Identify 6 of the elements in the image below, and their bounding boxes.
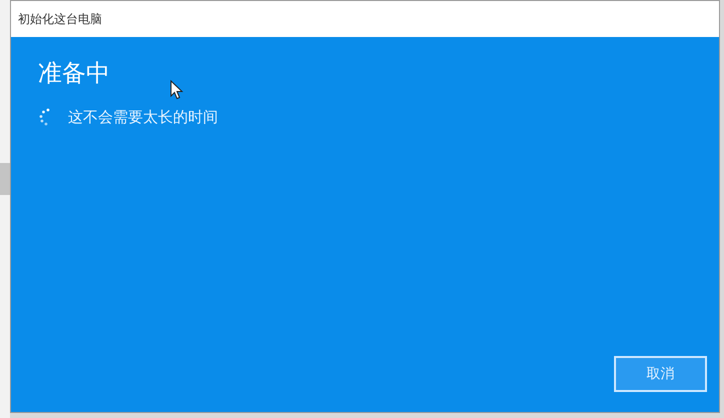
heading: 准备中	[38, 59, 111, 88]
mouse-cursor-icon	[170, 80, 184, 100]
window-title: 初始化这台电脑	[18, 11, 102, 28]
status-text: 这不会需要太长的时间	[68, 106, 218, 128]
spinner-icon	[39, 108, 51, 126]
cancel-button[interactable]: 取消	[614, 356, 707, 392]
